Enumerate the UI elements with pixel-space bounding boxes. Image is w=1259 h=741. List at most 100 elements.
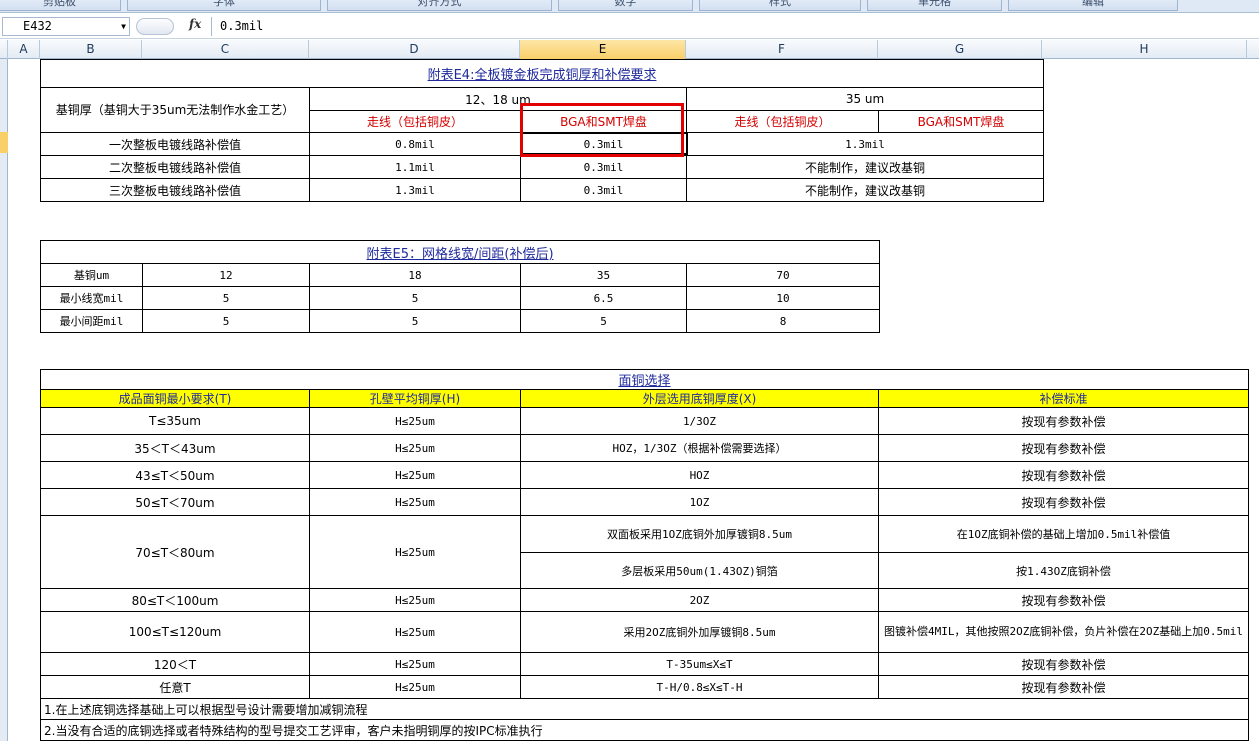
header-bga-smt[interactable]: BGA和SMT焊盘 (520, 110, 687, 133)
cell-c[interactable]: 按现有参数补偿 (877, 407, 1250, 435)
group-35um[interactable]: 35 um (685, 87, 1045, 111)
cell-c[interactable]: 按现有参数补偿 (877, 461, 1250, 489)
cell-value[interactable]: 0.3mil (520, 155, 687, 179)
column-header-f[interactable]: F (686, 40, 878, 59)
cell-x[interactable]: 双面板采用1OZ底铜外加厚镀铜8.5um (520, 515, 879, 553)
cell-value[interactable]: 1.3mil (309, 178, 521, 202)
name-box[interactable]: E432 ▼ (2, 17, 130, 36)
header-trace-35[interactable]: 走线（包括铜皮） (686, 110, 879, 133)
ribbon-group-clipboard[interactable]: 剪贴板 (0, 0, 121, 11)
row-label[interactable]: 最小线宽mil (40, 286, 143, 310)
cell-value[interactable]: 5 (309, 286, 521, 310)
cell-t[interactable]: 100≤T≤120um (40, 611, 310, 653)
cell-h[interactable]: H≤25um (309, 652, 521, 676)
row-label[interactable]: 二次整板电镀线路补偿值 (40, 155, 310, 179)
row-label[interactable]: 三次整板电镀线路补偿值 (40, 178, 310, 202)
header-trace[interactable]: 走线（包括铜皮） (309, 110, 521, 133)
column-header-c[interactable]: C (142, 40, 309, 59)
cell-h[interactable]: H≤25um (309, 588, 521, 612)
cell-h[interactable]: H≤25um (309, 407, 521, 435)
cell-t[interactable]: 120＜T (40, 652, 310, 676)
cell-value[interactable]: 0.8mil (309, 132, 521, 156)
note-1[interactable]: 1.在上述底铜选择基础上可以根据型号设计需要增加减铜流程 (39, 698, 1250, 720)
note-2[interactable]: 2.当没有合适的底铜选择或者特殊结构的型号提交工艺评审，客户未指明铜厚的按IPC… (39, 719, 1250, 741)
ribbon-group-cells[interactable]: 单元格 (867, 0, 1002, 11)
formula-input[interactable]: 0.3mil (211, 17, 1257, 36)
header-cell[interactable]: 成品面铜最小要求(T) (40, 389, 310, 408)
header-cell[interactable]: 外层选用底铜厚度(X) (520, 389, 879, 408)
cell-x[interactable]: 多层板采用50um(1.43OZ)铜箔 (520, 552, 879, 589)
cell-c[interactable]: 按现有参数补偿 (877, 434, 1250, 462)
group-12-18um[interactable]: 12、18 um (309, 87, 687, 111)
cell-x[interactable]: HOZ，1/3OZ（根据补偿需要选择） (520, 434, 879, 462)
formula-cancel-enter-icon[interactable] (136, 18, 174, 35)
column-header-a[interactable]: A (8, 40, 40, 59)
ribbon-group-styles[interactable]: 样式 (699, 0, 861, 11)
cell-t[interactable]: 70≤T＜80um (40, 515, 310, 589)
cell-t[interactable]: T≤35um (40, 407, 310, 435)
cell-h[interactable]: H≤25um (309, 434, 521, 462)
cell-x[interactable]: 1OZ (520, 488, 879, 516)
cell-value[interactable]: 5 (309, 309, 521, 333)
column-header-b[interactable]: B (40, 40, 142, 59)
ribbon-group-number[interactable]: 数字 (558, 0, 693, 11)
header-cell[interactable]: 补偿标准 (877, 389, 1250, 408)
row-header-selected[interactable] (0, 132, 8, 153)
row-label[interactable]: 一次整板电镀线路补偿值 (40, 132, 310, 156)
cell-value[interactable]: 70 (685, 263, 881, 287)
cell-t[interactable]: 43≤T＜50um (40, 461, 310, 489)
column-header-h[interactable]: H (1042, 40, 1247, 59)
table-e5-title[interactable]: 附表E5：网格线宽/间距(补偿后) (39, 240, 881, 264)
cell-t[interactable]: 任意T (40, 675, 310, 699)
cell-value[interactable]: 8 (685, 309, 881, 333)
cell-value[interactable]: 5 (142, 309, 310, 333)
cell-c[interactable]: 按现有参数补偿 (877, 488, 1250, 516)
cell-c[interactable]: 按现有参数补偿 (877, 588, 1250, 612)
cell-value[interactable]: 1.1mil (309, 155, 521, 179)
column-header-g[interactable]: G (878, 40, 1042, 59)
cell-x[interactable]: T-H/0.8≤X≤T-H (520, 675, 879, 699)
ribbon-group-editing[interactable]: 编辑 (1008, 0, 1178, 11)
cell-value[interactable]: 6.5 (520, 286, 687, 310)
cell-x[interactable]: 采用2OZ底铜外加厚镀铜8.5um (520, 611, 879, 653)
table-face-title[interactable]: 面铜选择 (39, 369, 1250, 390)
column-header-e[interactable]: E (520, 40, 686, 59)
cell-value[interactable]: 5 (520, 309, 687, 333)
table-e4-title[interactable]: 附表E4:全板镀金板完成铜厚和补偿要求 (39, 59, 1045, 88)
ribbon-group-font[interactable]: 字体 (127, 0, 321, 11)
chevron-down-icon[interactable]: ▼ (121, 18, 126, 35)
cell-c[interactable]: 按现有参数补偿 (877, 652, 1250, 676)
cell-value[interactable]: 不能制作，建议改基铜 (685, 155, 1045, 179)
base-copper-label[interactable]: 基铜厚（基铜大于35um无法制作水金工艺） (40, 87, 310, 133)
insert-function-icon[interactable]: fx (189, 17, 201, 31)
cell-h[interactable]: H≤25um (309, 488, 521, 516)
cell-h[interactable]: H≤25um (309, 611, 521, 653)
cell-value[interactable]: 18 (309, 263, 521, 287)
cell-t[interactable]: 80≤T＜100um (40, 588, 310, 612)
select-all-corner[interactable] (0, 40, 8, 59)
row-label[interactable]: 基铜um (40, 263, 143, 287)
cell-value[interactable]: 10 (685, 286, 881, 310)
cell-h[interactable]: H≤25um (309, 461, 521, 489)
cell-value[interactable]: 35 (520, 263, 687, 287)
cell-value[interactable]: 不能制作，建议改基铜 (685, 178, 1045, 202)
cell-c[interactable]: 在1OZ底铜补偿的基础上增加0.5mil补偿值 (877, 515, 1250, 553)
cell-c[interactable]: 按现有参数补偿 (877, 675, 1250, 699)
cell-value[interactable]: 1.3mil (685, 132, 1045, 156)
cell-h[interactable]: H≤25um (309, 675, 521, 699)
column-header-d[interactable]: D (309, 40, 520, 59)
header-bga-smt-35[interactable]: BGA和SMT焊盘 (877, 110, 1045, 133)
cell-c[interactable]: 图镀补偿4MIL，其他按照2OZ底铜补偿，负片补偿在2OZ基础上加0.5mil (877, 611, 1250, 653)
cell-c[interactable]: 按1.43OZ底铜补偿 (877, 552, 1250, 589)
cell-t[interactable]: 35＜T＜43um (40, 434, 310, 462)
cell-x[interactable]: T-35um≤X≤T (520, 652, 879, 676)
cell-x[interactable]: HOZ (520, 461, 879, 489)
cell-x[interactable]: 1/3OZ (520, 407, 879, 435)
cell-x[interactable]: 2OZ (520, 588, 879, 612)
header-cell[interactable]: 孔壁平均铜厚(H) (309, 389, 521, 408)
cell-value[interactable]: 5 (142, 286, 310, 310)
active-cell-e432[interactable]: 0.3mil (520, 132, 687, 156)
ribbon-group-alignment[interactable]: 对齐方式 (327, 0, 552, 11)
cell-t[interactable]: 50≤T＜70um (40, 488, 310, 516)
cell-value[interactable]: 0.3mil (520, 178, 687, 202)
